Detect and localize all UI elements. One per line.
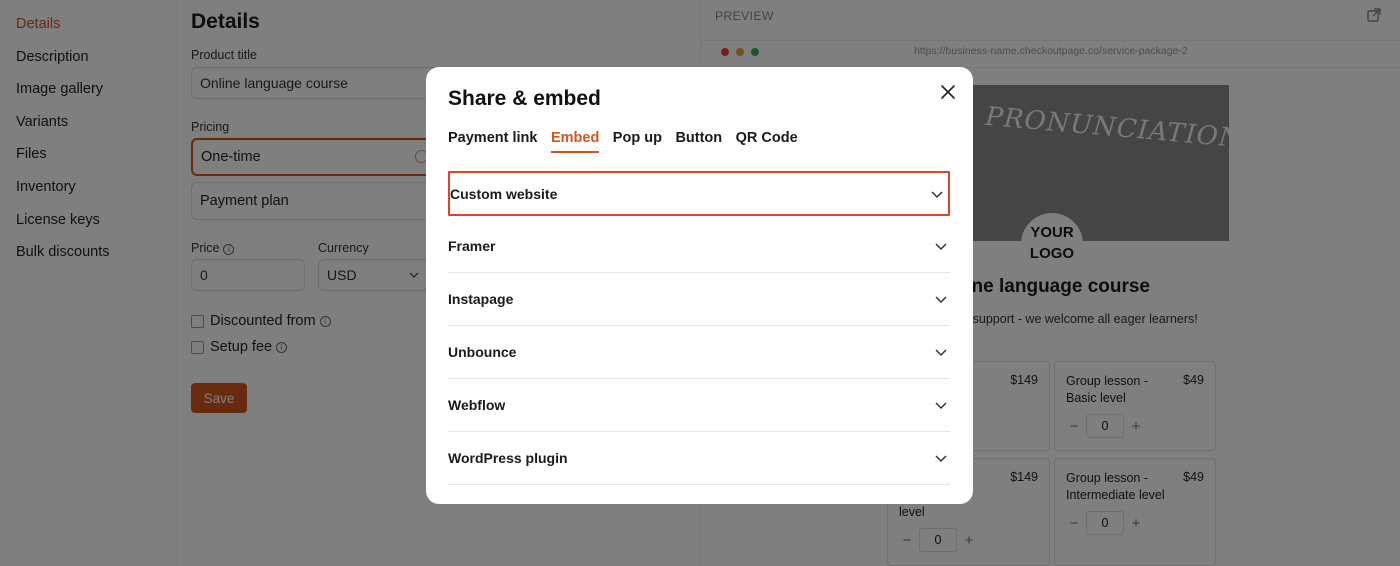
chevron-down-icon <box>935 296 947 304</box>
share-embed-modal: Share & embed Payment link Embed Pop up … <box>426 67 973 504</box>
accordion-label: Webflow <box>448 397 506 413</box>
embed-options-list: Custom website Framer Instapage Unbounce… <box>448 171 950 485</box>
chevron-down-icon <box>935 349 947 357</box>
tab-qr-code[interactable]: QR Code <box>736 130 798 153</box>
accordion-webflow[interactable]: Webflow <box>448 379 950 432</box>
tab-button[interactable]: Button <box>675 130 722 153</box>
modal-tabs: Payment link Embed Pop up Button QR Code <box>448 130 811 153</box>
chevron-down-icon <box>935 243 947 251</box>
accordion-label: WordPress plugin <box>448 450 568 466</box>
accordion-label: Framer <box>448 238 496 254</box>
accordion-label: Instapage <box>448 291 514 307</box>
chevron-down-icon <box>935 402 947 410</box>
chevron-down-icon <box>931 190 943 198</box>
tab-embed[interactable]: Embed <box>550 130 600 153</box>
close-icon[interactable] <box>937 81 959 103</box>
modal-title: Share & embed <box>448 87 601 110</box>
accordion-wordpress-plugin[interactable]: WordPress plugin <box>448 432 950 485</box>
accordion-framer[interactable]: Framer <box>448 220 950 273</box>
accordion-unbounce[interactable]: Unbounce <box>448 326 950 379</box>
accordion-custom-website[interactable]: Custom website <box>448 171 950 216</box>
tab-payment-link[interactable]: Payment link <box>448 130 537 153</box>
accordion-instapage[interactable]: Instapage <box>448 273 950 326</box>
tab-pop-up[interactable]: Pop up <box>613 130 662 153</box>
accordion-label: Unbounce <box>448 344 517 360</box>
chevron-down-icon <box>935 455 947 463</box>
accordion-label: Custom website <box>450 185 558 202</box>
